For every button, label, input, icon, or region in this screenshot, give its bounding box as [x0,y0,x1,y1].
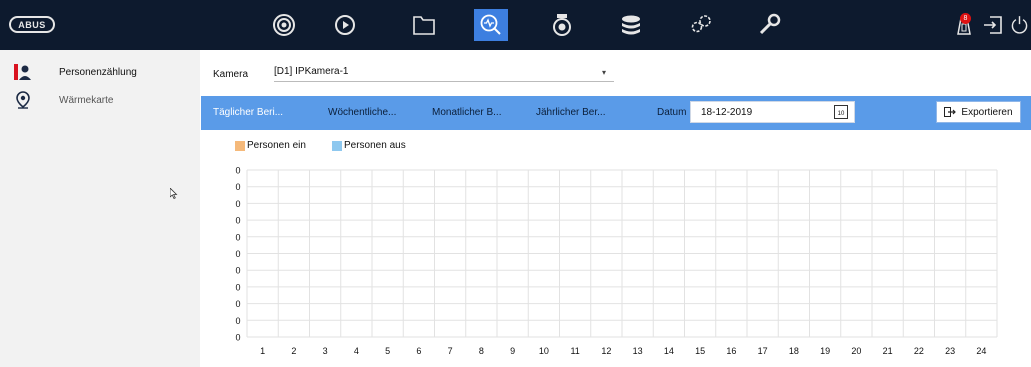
x-tick-label: 14 [664,346,674,356]
y-tick-label: 0 [235,249,240,259]
x-tick-label: 20 [851,346,861,356]
x-tick-label: 2 [291,346,296,356]
x-tick-label: 9 [510,346,515,356]
x-tick-label: 21 [883,346,893,356]
x-tick-label: 11 [570,346,579,356]
x-tick-label: 19 [820,346,830,356]
x-tick-label: 13 [633,346,643,356]
x-tick-label: 17 [758,346,768,356]
x-tick-label: 16 [726,346,736,356]
x-tick-label: 5 [385,346,390,356]
x-tick-label: 7 [448,346,453,356]
x-tick-label: 23 [945,346,955,356]
x-tick-label: 4 [354,346,359,356]
people-count-chart: 000000000001 2 3 4 5 6 7 8 9 10 11 12 13 14 15 16 17 18 19… [235,166,998,356]
x-tick-label: 3 [323,346,328,356]
x-tick-label: 8 [479,346,484,356]
y-tick-label: 0 [235,299,240,309]
x-tick-label: 22 [914,346,924,356]
y-tick-label: 0 [235,232,240,242]
y-tick-label: 0 [235,266,240,276]
y-tick-label: 0 [235,166,240,176]
x-tick-label: 24 [976,346,986,356]
x-tick-label: 15 [695,346,705,356]
x-tick-label: 10 [539,346,549,356]
y-tick-label: 0 [235,333,240,343]
x-tick-label: 18 [789,346,799,356]
y-tick-label: 0 [235,216,240,226]
x-tick-label: 12 [601,346,611,356]
x-tick-label: 1 [260,346,265,356]
y-tick-label: 0 [235,182,240,192]
y-tick-label: 0 [235,199,240,209]
y-tick-label: 0 [235,282,240,292]
y-tick-label: 0 [235,316,240,326]
x-tick-label: 6 [416,346,421,356]
